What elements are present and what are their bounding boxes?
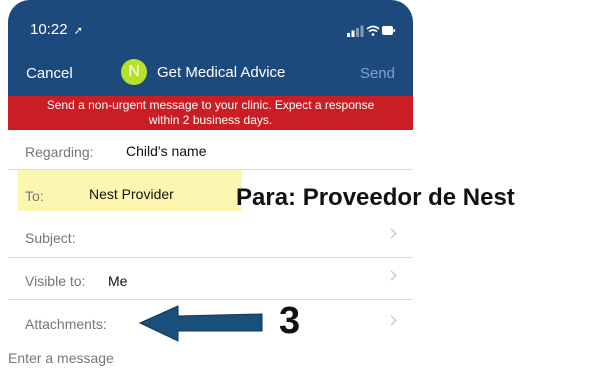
attachments-pointer-arrow-icon xyxy=(138,305,263,342)
step-number: 3 xyxy=(279,300,301,342)
